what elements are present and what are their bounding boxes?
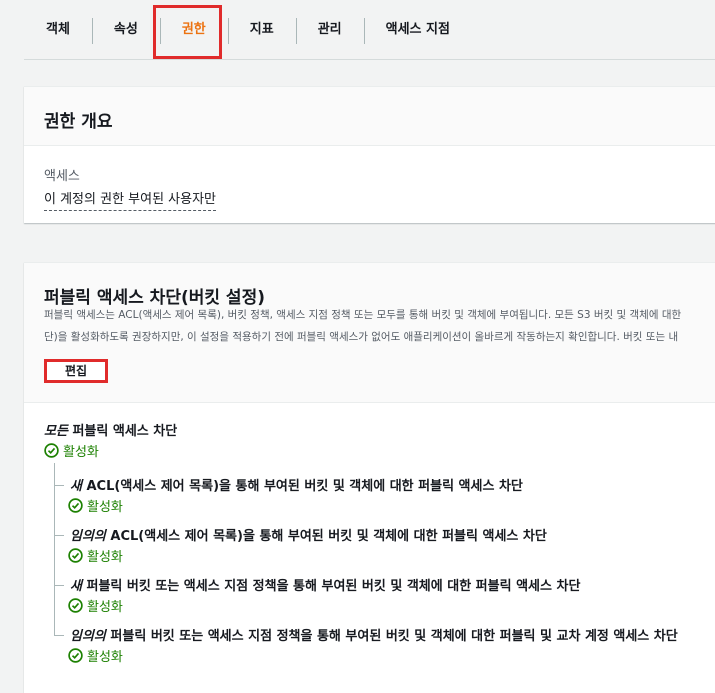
check-circle-icon [68, 498, 83, 513]
check-circle-icon [68, 648, 83, 663]
block-any-acl-status-text: 활성화 [87, 550, 123, 565]
block-any-policy-emphasis: 임의의 [70, 629, 106, 644]
tree-connector-vertical [54, 463, 55, 635]
block-new-acl-text: ACL(액세스 제어 목록)을 통해 부여된 버킷 및 객체에 대한 퍼블릭 액… [81, 479, 523, 494]
tab-highlight-box [153, 5, 222, 59]
permissions-overview-title: 권한 개요 [44, 112, 113, 132]
block-any-policy-label: 임의의 퍼블릭 버킷 또는 액세스 지점 정책을 통해 부여된 버킷 및 객체에… [70, 625, 678, 644]
tab-properties[interactable]: 속성 [91, 14, 160, 46]
block-new-policy-status: 활성화 [68, 596, 123, 615]
block-any-policy-status: 활성화 [68, 646, 123, 665]
block-new-policy-emphasis: 새 [70, 579, 82, 594]
block-all-status-text: 활성화 [63, 445, 99, 460]
block-public-access-description-1: 퍼블릭 액세스는 ACL(액세스 제어 목록), 버킷 정책, 액세스 지점 정… [44, 309, 682, 321]
block-all-label: 모든 퍼블릭 액세스 차단 [44, 420, 177, 439]
block-all-status: 활성화 [44, 441, 99, 460]
check-circle-icon [68, 548, 83, 563]
block-new-policy-text: 퍼블릭 버킷 또는 액세스 지점 정책을 통해 부여된 버킷 및 객체에 대한 … [81, 579, 581, 594]
tab-bar: 객체 속성 권한 지표 관리 액세스 지점 [24, 14, 472, 48]
block-public-access-header: 퍼블릭 액세스 차단(버킷 설정) 퍼블릭 액세스는 ACL(액세스 제어 목록… [24, 263, 715, 403]
tree-connector-branch-3 [54, 585, 64, 586]
block-new-acl-emphasis: 새 [70, 479, 82, 494]
tree-connector-branch-2 [54, 535, 64, 536]
block-any-acl-status: 활성화 [68, 546, 123, 565]
block-new-acl-status: 활성화 [68, 496, 123, 515]
block-new-policy-label: 새 퍼블릭 버킷 또는 액세스 지점 정책을 통해 부여된 버킷 및 객체에 대… [70, 575, 580, 594]
block-public-access-panel: 퍼블릭 액세스 차단(버킷 설정) 퍼블릭 액세스는 ACL(액세스 제어 목록… [24, 262, 715, 693]
block-any-acl-emphasis: 임의의 [70, 529, 106, 544]
check-circle-icon [44, 443, 59, 458]
tree-connector-branch-4 [54, 635, 64, 636]
block-any-acl-text: ACL(액세스 제어 목록)을 통해 부여된 버킷 및 객체에 대한 퍼블릭 액… [105, 529, 547, 544]
tab-divider [24, 59, 715, 60]
block-public-access-title: 퍼블릭 액세스 차단(버킷 설정) [44, 288, 265, 308]
permissions-overview-header: 권한 개요 [24, 87, 715, 146]
block-any-policy-status-text: 활성화 [87, 650, 123, 665]
access-label: 액세스 [44, 169, 80, 184]
tab-metrics[interactable]: 지표 [227, 14, 296, 46]
permissions-overview-panel: 권한 개요 액세스 이 계정의 권한 부여된 사용자만 [24, 86, 715, 223]
tree-connector-branch-1 [54, 485, 64, 486]
tab-access-points[interactable]: 액세스 지점 [363, 14, 472, 46]
block-new-acl-status-text: 활성화 [87, 500, 123, 515]
block-new-policy-status-text: 활성화 [87, 600, 123, 615]
block-all-label-text: 퍼블릭 액세스 차단 [67, 424, 178, 439]
edit-button[interactable]: 편집 [44, 359, 108, 383]
access-value[interactable]: 이 계정의 권한 부여된 사용자만 [44, 188, 217, 211]
tab-objects[interactable]: 객체 [24, 14, 92, 46]
block-any-acl-label: 임의의 ACL(액세스 제어 목록)을 통해 부여된 버킷 및 객체에 대한 퍼… [70, 525, 547, 544]
check-circle-icon [68, 598, 83, 613]
block-public-access-description-2: 단)을 활성화하도록 권장하지만, 이 설정을 적용하기 전에 퍼블릭 액세스가… [44, 331, 679, 343]
block-all-label-emphasis: 모든 [44, 424, 68, 439]
block-new-acl-label: 새 ACL(액세스 제어 목록)을 통해 부여된 버킷 및 객체에 대한 퍼블릭… [70, 475, 523, 494]
tab-management[interactable]: 관리 [295, 14, 364, 46]
block-any-policy-text: 퍼블릭 버킷 또는 액세스 지점 정책을 통해 부여된 버킷 및 객체에 대한 … [105, 629, 678, 644]
